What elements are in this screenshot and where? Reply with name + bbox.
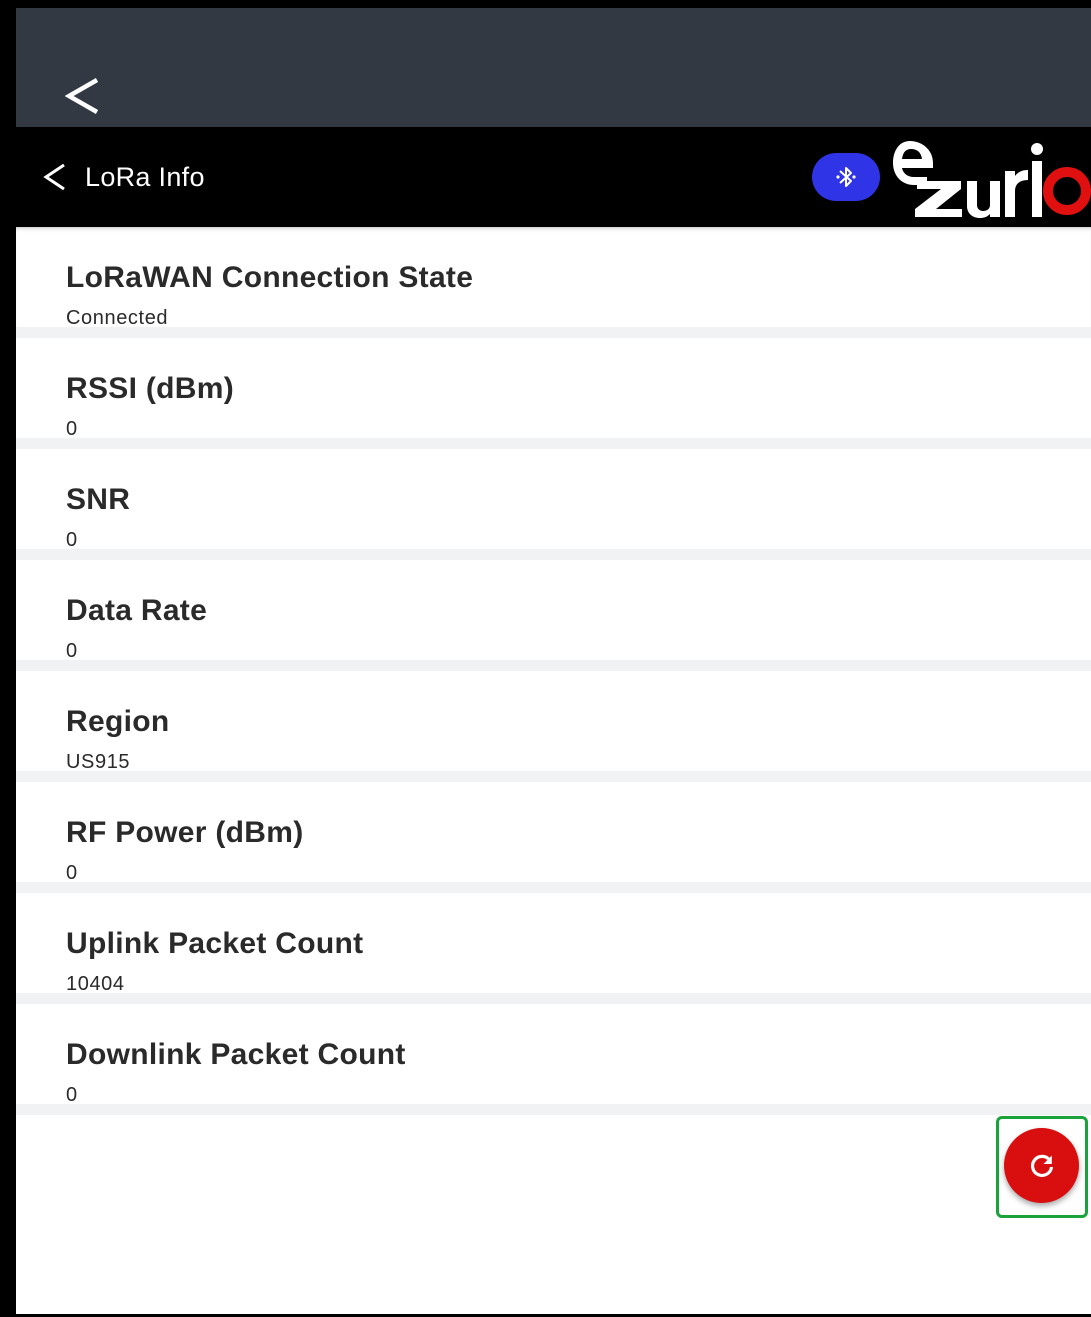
list-item-rssi: RSSI (dBm) 0 [16, 338, 1091, 449]
item-value: 10404 [66, 973, 125, 995]
system-back-button[interactable] [58, 66, 108, 126]
item-value: 0 [66, 529, 78, 551]
refresh-icon [1030, 1154, 1053, 1177]
item-title: SNR [66, 483, 131, 516]
item-title: RSSI (dBm) [66, 372, 234, 405]
list-item-region: Region US915 [16, 671, 1091, 782]
list-item-snr: SNR 0 [16, 449, 1091, 560]
system-bar [16, 8, 1091, 127]
chevron-left-icon [43, 163, 65, 191]
item-title: Uplink Packet Count [66, 927, 364, 960]
item-title: RF Power (dBm) [66, 816, 304, 849]
app-toolbar: LoRa Info [16, 127, 1091, 227]
item-value: 0 [66, 862, 78, 884]
app-frame: LoRa Info LoRaWAN Connection State Conne… [8, 8, 1091, 1314]
list-item-uplink-count: Uplink Packet Count 10404 [16, 893, 1091, 1004]
item-title: LoRaWAN Connection State [66, 261, 474, 294]
item-title: Region [66, 705, 170, 738]
item-value: 0 [66, 640, 78, 662]
item-value: Connected [66, 307, 169, 329]
item-value: 0 [66, 1084, 78, 1106]
item-value: US915 [66, 751, 131, 773]
bluetooth-status-button[interactable] [812, 153, 880, 201]
chevron-left-icon [65, 78, 99, 114]
ezurio-logo [891, 135, 1091, 219]
toolbar-back-button[interactable] [40, 159, 70, 195]
item-value: 0 [66, 418, 78, 440]
item-title: Downlink Packet Count [66, 1038, 406, 1071]
lora-info-list: LoRaWAN Connection State Connected RSSI … [16, 227, 1091, 1115]
list-item-data-rate: Data Rate 0 [16, 560, 1091, 671]
list-item-downlink-count: Downlink Packet Count 0 [16, 1004, 1091, 1115]
list-item-rf-power: RF Power (dBm) 0 [16, 782, 1091, 893]
list-item-connection-state: LoRaWAN Connection State Connected [16, 227, 1091, 338]
page-title: LoRa Info [85, 162, 205, 192]
bluetooth-icon [836, 167, 856, 187]
refresh-button[interactable] [1004, 1128, 1079, 1203]
item-title: Data Rate [66, 594, 208, 627]
